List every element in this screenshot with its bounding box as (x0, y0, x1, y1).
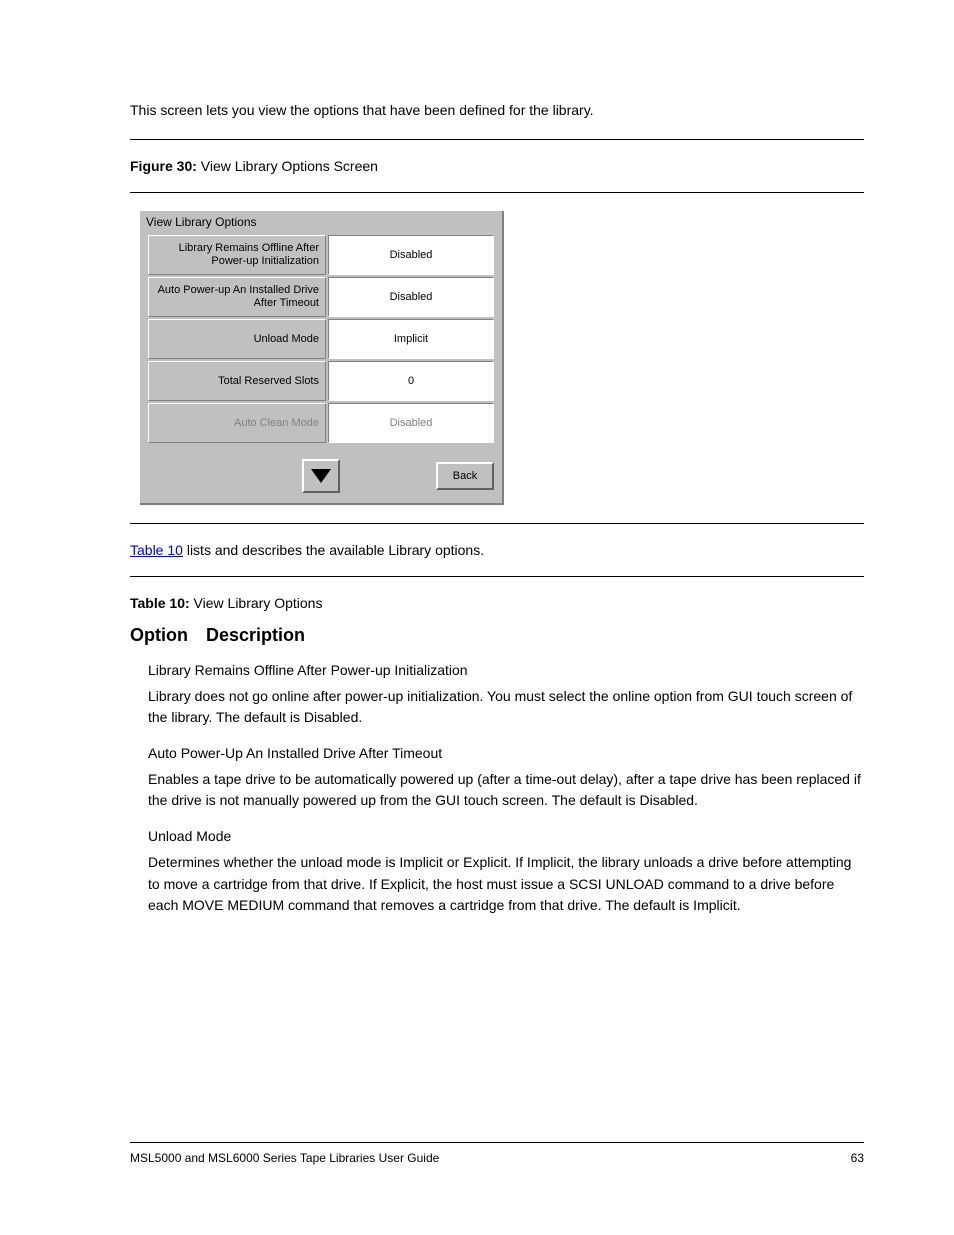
option-name: Library Remains Offline After Power-up I… (148, 660, 864, 682)
option-value: Disabled (328, 277, 494, 317)
option-label: Unload Mode (148, 319, 326, 359)
table-link[interactable]: Table 10 (130, 542, 183, 558)
option-value: Disabled (328, 403, 494, 443)
divider (130, 523, 864, 524)
divider (130, 576, 864, 577)
figure-prefix: Figure 30: (130, 158, 201, 174)
options-columns-heading: Option Description (130, 625, 864, 646)
option-value: Implicit (328, 319, 494, 359)
option-row: Unload Mode Implicit (148, 319, 494, 359)
table-prefix: Table 10: (130, 595, 194, 611)
option-row-disabled: Auto Clean Mode Disabled (148, 403, 494, 443)
option-label: Auto Power-up An Installed Drive After T… (148, 277, 326, 317)
option-description: Enables a tape drive to be automatically… (148, 769, 864, 812)
table-title: View Library Options (194, 595, 323, 611)
figure-title: View Library Options Screen (201, 158, 378, 174)
options-list: Library Remains Offline After Power-up I… (130, 660, 864, 917)
option-name: Auto Power-Up An Installed Drive After T… (148, 743, 864, 765)
table-link-after: lists and describes the available Librar… (183, 542, 484, 558)
divider (130, 192, 864, 193)
divider (130, 1142, 864, 1143)
library-options-dialog: View Library Options Library Remains Off… (140, 211, 504, 505)
table-heading: Table 10: View Library Options (130, 595, 864, 611)
back-button[interactable]: Back (436, 462, 494, 490)
divider (130, 139, 864, 140)
chevron-down-icon (311, 469, 331, 483)
footer-page-number: 63 (851, 1151, 864, 1165)
figure-heading: Figure 30: View Library Options Screen (130, 158, 864, 174)
dialog-footer: Back (140, 451, 502, 503)
dialog-body: Library Remains Offline After Power-up I… (140, 235, 502, 451)
option-value: 0 (328, 361, 494, 401)
option-name: Unload Mode (148, 826, 864, 848)
option-label: Total Reserved Slots (148, 361, 326, 401)
scroll-down-button[interactable] (302, 459, 340, 493)
page-footer: MSL5000 and MSL6000 Series Tape Librarie… (0, 1124, 954, 1165)
option-value: Disabled (328, 235, 494, 275)
option-description: Library does not go online after power-u… (148, 686, 864, 729)
option-label: Auto Clean Mode (148, 403, 326, 443)
dialog-title: View Library Options (140, 211, 502, 235)
intro-paragraph: This screen lets you view the options th… (130, 100, 864, 121)
table-reference-line: Table 10 lists and describes the availab… (130, 542, 864, 558)
option-row: Library Remains Offline After Power-up I… (148, 235, 494, 275)
option-row: Total Reserved Slots 0 (148, 361, 494, 401)
footer-left: MSL5000 and MSL6000 Series Tape Librarie… (130, 1151, 439, 1165)
option-label: Library Remains Offline After Power-up I… (148, 235, 326, 275)
option-row: Auto Power-up An Installed Drive After T… (148, 277, 494, 317)
option-description: Determines whether the unload mode is Im… (148, 852, 864, 917)
